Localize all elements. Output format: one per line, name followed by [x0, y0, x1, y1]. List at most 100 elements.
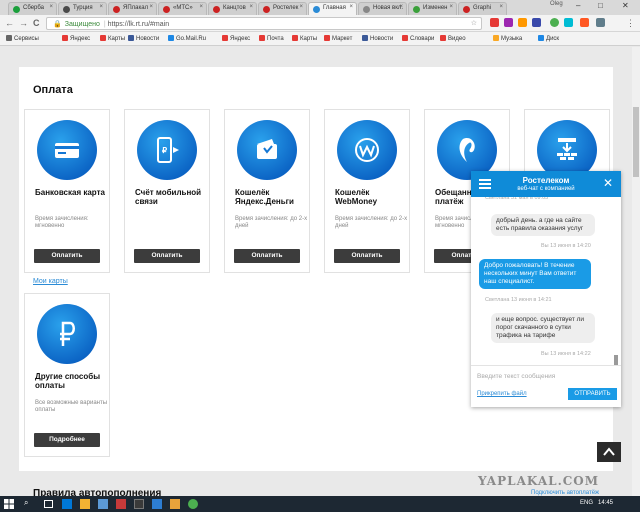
message-meta: Светлана 13 июня в 14:21	[485, 297, 552, 303]
scroll-to-top-button[interactable]	[597, 442, 621, 462]
tab-close-icon[interactable]: ×	[249, 4, 253, 10]
payment-method-card[interactable]: Банковская карта Время зачисления: мгнове…	[24, 109, 110, 273]
browser-menu-icon[interactable]: ⋮	[626, 18, 635, 29]
chat-message-input[interactable]: Введите текст сообщения	[471, 365, 621, 387]
bookmark-item[interactable]: Видео	[440, 35, 466, 42]
extension-icon[interactable]	[490, 18, 499, 27]
bookmark-item[interactable]: Карты	[292, 35, 317, 42]
details-button[interactable]: Подробнее	[34, 433, 100, 447]
clock[interactable]: 14:45	[598, 500, 613, 506]
url-input[interactable]: 🔒 Защищено | https://lk.rt.ru/#main ☆	[46, 17, 482, 30]
tab-close-icon[interactable]: ×	[199, 4, 203, 10]
bookmark-item[interactable]: Музыка	[493, 35, 522, 42]
bookmark-item[interactable]: Яндекс	[222, 35, 250, 42]
payment-method-card[interactable]: Кошелёк WebMoney Время зачисления: до 2-х…	[324, 109, 410, 273]
scrollbar-thumb[interactable]	[633, 107, 639, 177]
tab-close-icon[interactable]: ×	[399, 4, 403, 10]
pay-button[interactable]: Оплатить	[134, 249, 200, 263]
browser-tab[interactable]: ЯПлакал ×	[108, 2, 157, 15]
extension-icon[interactable]	[532, 18, 541, 27]
tab-close-icon[interactable]: ×	[99, 4, 103, 10]
page-scrollbar[interactable]	[632, 47, 640, 496]
minimize-button[interactable]: –	[576, 1, 580, 10]
bookmark-icon	[324, 35, 330, 41]
bookmark-icon	[538, 35, 544, 41]
ruble-icon	[37, 304, 97, 364]
browser-tab[interactable]: Graphi ×	[458, 2, 507, 15]
app-icon[interactable]	[134, 499, 144, 509]
windows-start-icon[interactable]	[4, 499, 14, 509]
extension-icon[interactable]	[580, 18, 589, 27]
browser-tab[interactable]: Изменен ×	[408, 2, 457, 15]
payment-method-name: Кошелёк WebMoney	[335, 188, 378, 206]
bookmark-item[interactable]: Новости	[128, 35, 159, 42]
extension-icon[interactable]	[550, 18, 559, 27]
attach-file-link[interactable]: Прикрепить файл	[477, 391, 527, 397]
tab-close-icon[interactable]: ×	[149, 4, 153, 10]
back-button[interactable]: ←	[5, 18, 14, 28]
bookmark-item[interactable]: Новости	[362, 35, 393, 42]
tab-close-icon[interactable]: ×	[49, 4, 53, 10]
extension-icon[interactable]	[518, 18, 527, 27]
extension-icon[interactable]	[596, 18, 605, 27]
bookmark-icon	[493, 35, 499, 41]
bookmark-star-icon[interactable]: ☆	[471, 19, 477, 27]
tab-label: ЯПлакал	[123, 5, 149, 11]
app-icon[interactable]	[170, 499, 180, 509]
maximize-button[interactable]: □	[598, 1, 603, 10]
close-window-button[interactable]: ✕	[622, 1, 629, 10]
bookmark-item[interactable]: Маркет	[324, 35, 352, 42]
extension-icon[interactable]	[564, 18, 573, 27]
profile-name[interactable]: Oleg	[550, 1, 563, 7]
tab-close-icon[interactable]: ×	[449, 4, 453, 10]
browser-tab[interactable]: Новая вкл. ×	[358, 2, 407, 15]
payment-method-card[interactable]: ₽ Счёт мобильной связи Оплатить	[124, 109, 210, 273]
chat-messages[interactable]: Светлана 31 мая в 09:05 добрый день. а гд…	[471, 197, 621, 365]
pay-button[interactable]: Оплатить	[334, 249, 400, 263]
send-button[interactable]: ОТПРАВИТЬ	[568, 388, 617, 400]
payment-method-card[interactable]: Другие способы оплаты Все возможные вариа…	[24, 293, 110, 457]
browser-tab[interactable]: «МТС» ×	[158, 2, 207, 15]
bookmark-icon	[222, 35, 228, 41]
bank-card-icon	[37, 120, 97, 180]
tab-close-icon[interactable]: ×	[349, 4, 353, 10]
chat-scrollbar[interactable]	[614, 355, 618, 365]
store-icon[interactable]	[98, 499, 108, 509]
payment-method-card[interactable]: Кошелёк Яндекс.Деньги Время зачисления: д…	[224, 109, 310, 273]
bookmark-item[interactable]: Почта	[259, 35, 284, 42]
tab-close-icon[interactable]: ×	[299, 4, 303, 10]
browser-tab[interactable]: Канцтов ×	[208, 2, 257, 15]
forward-button[interactable]: →	[19, 18, 28, 28]
extension-icon[interactable]	[504, 18, 513, 27]
pay-button[interactable]: Оплатить	[234, 249, 300, 263]
my-cards-link[interactable]: Мои карты	[33, 278, 68, 285]
bookmark-label: Маркет	[332, 36, 353, 42]
chat-subtitle: веб-чат с компанией	[517, 186, 575, 192]
close-icon[interactable]: ✕	[603, 177, 613, 189]
bookmark-item[interactable]: Словари	[402, 35, 434, 42]
bookmark-item[interactable]: Диск	[538, 35, 559, 42]
browser-tab[interactable]: Ростелек ×	[258, 2, 307, 15]
chrome-icon[interactable]	[188, 499, 198, 509]
app-icon[interactable]	[116, 499, 126, 509]
task-view-icon[interactable]	[44, 500, 53, 508]
search-icon[interactable]: ⌕	[24, 498, 34, 508]
browser-tab[interactable]: Главная ×	[308, 2, 357, 15]
payment-method-name: Банковская карта	[35, 188, 105, 197]
bookmark-item[interactable]: Сервисы	[6, 35, 39, 42]
watermark: YAPLAKAL.COM	[478, 474, 600, 488]
browser-tab[interactable]: Сберба ×	[8, 2, 57, 15]
language-indicator[interactable]: ENG	[580, 500, 593, 506]
folder-icon[interactable]	[80, 499, 90, 509]
bookmark-item[interactable]: Карты	[100, 35, 125, 42]
bookmark-item[interactable]: Go.Mail.Ru	[168, 35, 206, 42]
edge-icon[interactable]	[62, 499, 72, 509]
wallet-icon	[237, 120, 297, 180]
favicon-icon	[463, 6, 470, 13]
browser-tab[interactable]: Турция ×	[58, 2, 107, 15]
reload-button[interactable]: C	[33, 18, 40, 28]
tab-close-icon[interactable]: ×	[499, 4, 503, 10]
pay-button[interactable]: Оплатить	[34, 249, 100, 263]
bookmark-item[interactable]: Яндекс	[62, 35, 90, 42]
app-icon[interactable]	[152, 499, 162, 509]
